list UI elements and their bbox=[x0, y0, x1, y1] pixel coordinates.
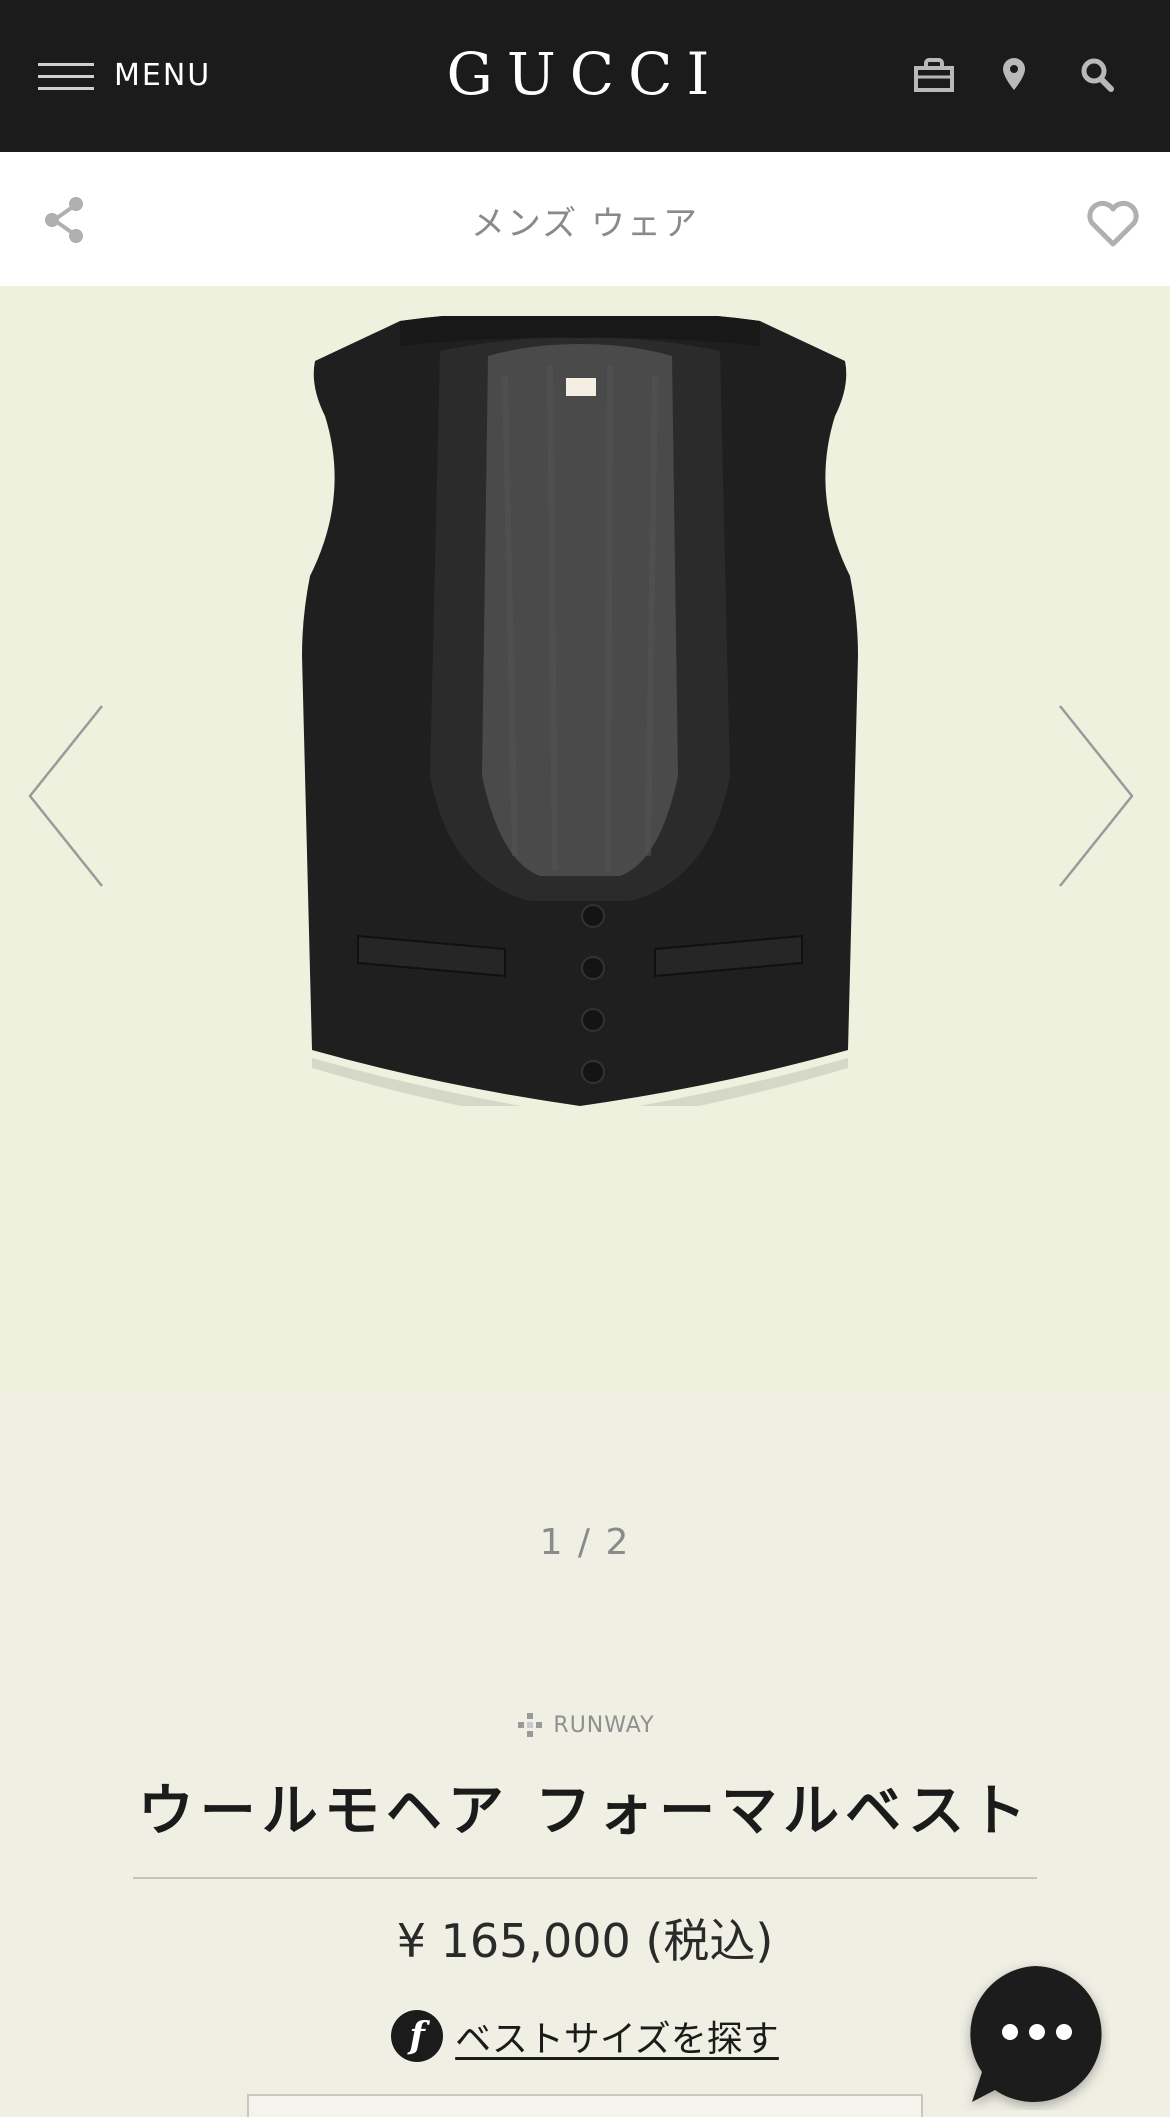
runway-label: RUNWAY bbox=[553, 1712, 655, 1738]
menu-label: MENU bbox=[114, 57, 212, 93]
shopping-bag-icon[interactable] bbox=[908, 50, 960, 102]
product-image bbox=[302, 316, 858, 1106]
location-pin-icon[interactable] bbox=[988, 50, 1040, 102]
search-icon[interactable] bbox=[1072, 50, 1124, 102]
size-select[interactable] bbox=[247, 2094, 923, 2117]
runway-icon bbox=[518, 1713, 543, 1737]
category-bar: メンズ ウェア bbox=[0, 152, 1170, 286]
hamburger-icon bbox=[38, 56, 96, 94]
product-gallery[interactable] bbox=[0, 286, 1170, 1392]
runway-badge: RUNWAY bbox=[0, 1710, 1170, 1740]
fit-finder-icon: f bbox=[391, 2010, 444, 2062]
top-header: MENU GUCCI bbox=[0, 0, 1170, 152]
chevron-left-icon[interactable] bbox=[26, 704, 106, 888]
chevron-right-icon[interactable] bbox=[1056, 704, 1136, 888]
image-pager: 1 / 2 bbox=[539, 1522, 631, 1563]
menu-button[interactable]: MENU bbox=[38, 50, 211, 100]
find-size-label: ベストサイズを探す bbox=[455, 2019, 779, 2060]
chat-bubble-icon[interactable] bbox=[960, 1960, 1110, 2110]
heart-icon[interactable] bbox=[1084, 196, 1142, 250]
product-name: ウールモヘア フォーマルベスト bbox=[137, 1779, 1033, 1844]
category-title: メンズ ウェア bbox=[470, 204, 700, 244]
divider bbox=[133, 1877, 1037, 1879]
